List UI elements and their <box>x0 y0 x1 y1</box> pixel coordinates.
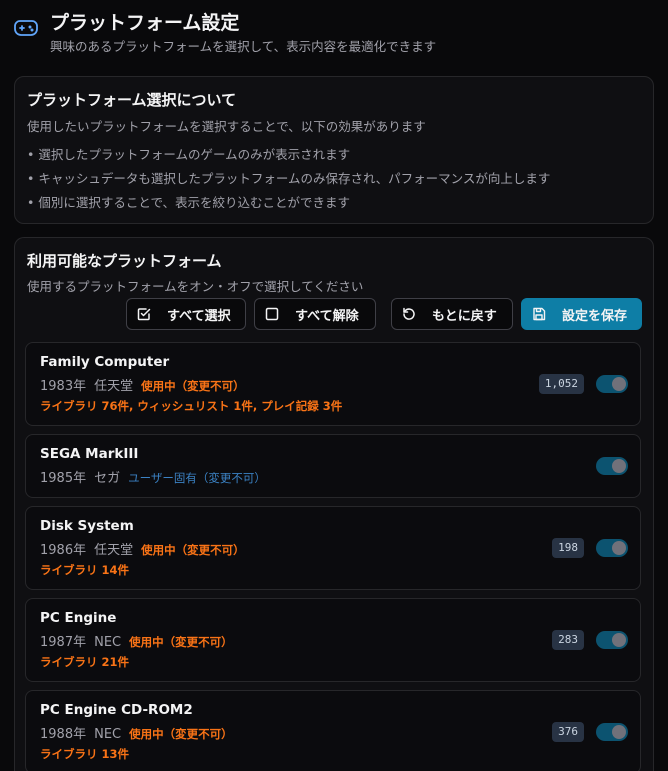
save-label: 設定を保存 <box>562 308 628 324</box>
platform-count-badge: 1,052 <box>538 374 584 394</box>
platform-name: Family Computer <box>40 354 170 370</box>
platform-meta: 1985年 セガ ユーザー固有（変更不可） <box>40 467 266 486</box>
platform-status: 使用中（変更不可） <box>141 543 245 557</box>
checkbox-empty-icon <box>265 307 279 321</box>
about-bullet: 選択したプラットフォームのゲームのみが表示されます <box>27 147 550 171</box>
select-all-label: すべて選択 <box>167 308 231 324</box>
platform-usage: ライブラリ 76件, ウィッシュリスト 1件, プレイ記録 3件 <box>40 399 343 413</box>
platform-status: 使用中（変更不可） <box>141 379 245 393</box>
platform-count-badge: 283 <box>552 630 584 650</box>
platform-row-family-computer: Family Computer 1983年 任天堂 使用中（変更不可） ライブラリ … <box>25 342 641 426</box>
select-all-button[interactable]: すべて選択 <box>126 298 246 330</box>
platform-toggle[interactable] <box>596 375 628 393</box>
platform-usage: ライブラリ 14件 <box>40 563 130 577</box>
platform-toggle[interactable] <box>596 457 628 475</box>
platform-name: SEGA MarkIII <box>40 446 139 462</box>
platform-row-sega-markiii: SEGA MarkIII 1985年 セガ ユーザー固有（変更不可） <box>25 434 641 498</box>
platform-maker: 任天堂 <box>94 379 134 394</box>
platform-status: ユーザー固有（変更不可） <box>128 471 266 485</box>
checkbox-checked-icon <box>137 308 151 321</box>
platforms-title: 利用可能なプラットフォーム <box>27 252 222 270</box>
page-subtitle: 興味のあるプラットフォームを選択して、表示内容を最適化できます <box>50 39 437 54</box>
platform-name: PC Engine <box>40 610 117 626</box>
platforms-description: 使用するプラットフォームをオン・オフで選択してください <box>27 279 364 294</box>
platform-toggle[interactable] <box>596 723 628 741</box>
platform-name: Disk System <box>40 518 134 534</box>
deselect-all-button[interactable]: すべて解除 <box>254 298 376 330</box>
platform-meta: 1987年 NEC 使用中（変更不可） <box>40 631 233 650</box>
platform-name: PC Engine CD-ROM2 <box>40 702 193 718</box>
platform-maker: 任天堂 <box>94 543 134 558</box>
platform-year: 1987年 <box>40 635 87 650</box>
about-bullets: 選択したプラットフォームのゲームのみが表示されます キャッシュデータも選択したプ… <box>27 147 550 219</box>
platform-maker: セガ <box>94 471 121 486</box>
platform-row-disk-system: Disk System 1986年 任天堂 使用中（変更不可） ライブラリ 14件 … <box>25 506 641 590</box>
platform-year: 1986年 <box>40 543 87 558</box>
about-description: 使用したいプラットフォームを選択することで、以下の効果があります <box>27 119 426 134</box>
platform-row-pc-engine-cd-rom2: PC Engine CD-ROM2 1988年 NEC 使用中（変更不可） ライブラ… <box>25 690 641 771</box>
platform-usage: ライブラリ 21件 <box>40 655 130 669</box>
platform-toggle[interactable] <box>596 539 628 557</box>
page-title: プラットフォーム設定 <box>50 12 240 34</box>
toggle-knob <box>612 459 626 473</box>
platform-count-badge: 198 <box>552 538 584 558</box>
platforms-card: 利用可能なプラットフォーム 使用するプラットフォームをオン・オフで選択してくださ… <box>14 237 654 771</box>
save-icon <box>533 307 546 321</box>
save-button[interactable]: 設定を保存 <box>521 298 642 330</box>
platform-year: 1988年 <box>40 727 87 742</box>
platform-meta: 1986年 任天堂 使用中（変更不可） <box>40 539 245 558</box>
about-bullet: キャッシュデータも選択したプラットフォームのみ保存され、パフォーマンスが向上しま… <box>27 171 550 195</box>
toggle-knob <box>612 541 626 555</box>
platform-year: 1985年 <box>40 471 87 486</box>
platform-status: 使用中（変更不可） <box>129 727 233 741</box>
reset-button[interactable]: もとに戻す <box>391 298 513 330</box>
platform-status: 使用中（変更不可） <box>129 635 233 649</box>
about-bullet: 個別に選択することで、表示を絞り込むことができます <box>27 195 550 219</box>
toggle-knob <box>612 725 626 739</box>
about-title: プラットフォーム選択について <box>27 91 237 109</box>
deselect-all-label: すべて解除 <box>295 308 359 324</box>
platform-usage: ライブラリ 13件 <box>40 747 130 761</box>
reset-label: もとに戻す <box>432 308 497 324</box>
toggle-knob <box>612 377 626 391</box>
platform-row-pc-engine: PC Engine 1987年 NEC 使用中（変更不可） ライブラリ 21件 28… <box>25 598 641 682</box>
undo-icon <box>403 307 415 320</box>
platform-meta: 1983年 任天堂 使用中（変更不可） <box>40 375 245 394</box>
toggle-knob <box>612 633 626 647</box>
about-card: プラットフォーム選択について 使用したいプラットフォームを選択することで、以下の… <box>14 76 654 224</box>
platform-year: 1983年 <box>40 379 87 394</box>
platform-meta: 1988年 NEC 使用中（変更不可） <box>40 723 233 742</box>
platform-maker: NEC <box>94 727 122 742</box>
platform-maker: NEC <box>94 635 122 650</box>
platform-count-badge: 376 <box>552 722 584 742</box>
gamepad-icon <box>14 20 38 36</box>
page-header: プラットフォーム設定 興味のあるプラットフォームを選択して、表示内容を最適化でき… <box>14 6 654 58</box>
platform-toggle[interactable] <box>596 631 628 649</box>
